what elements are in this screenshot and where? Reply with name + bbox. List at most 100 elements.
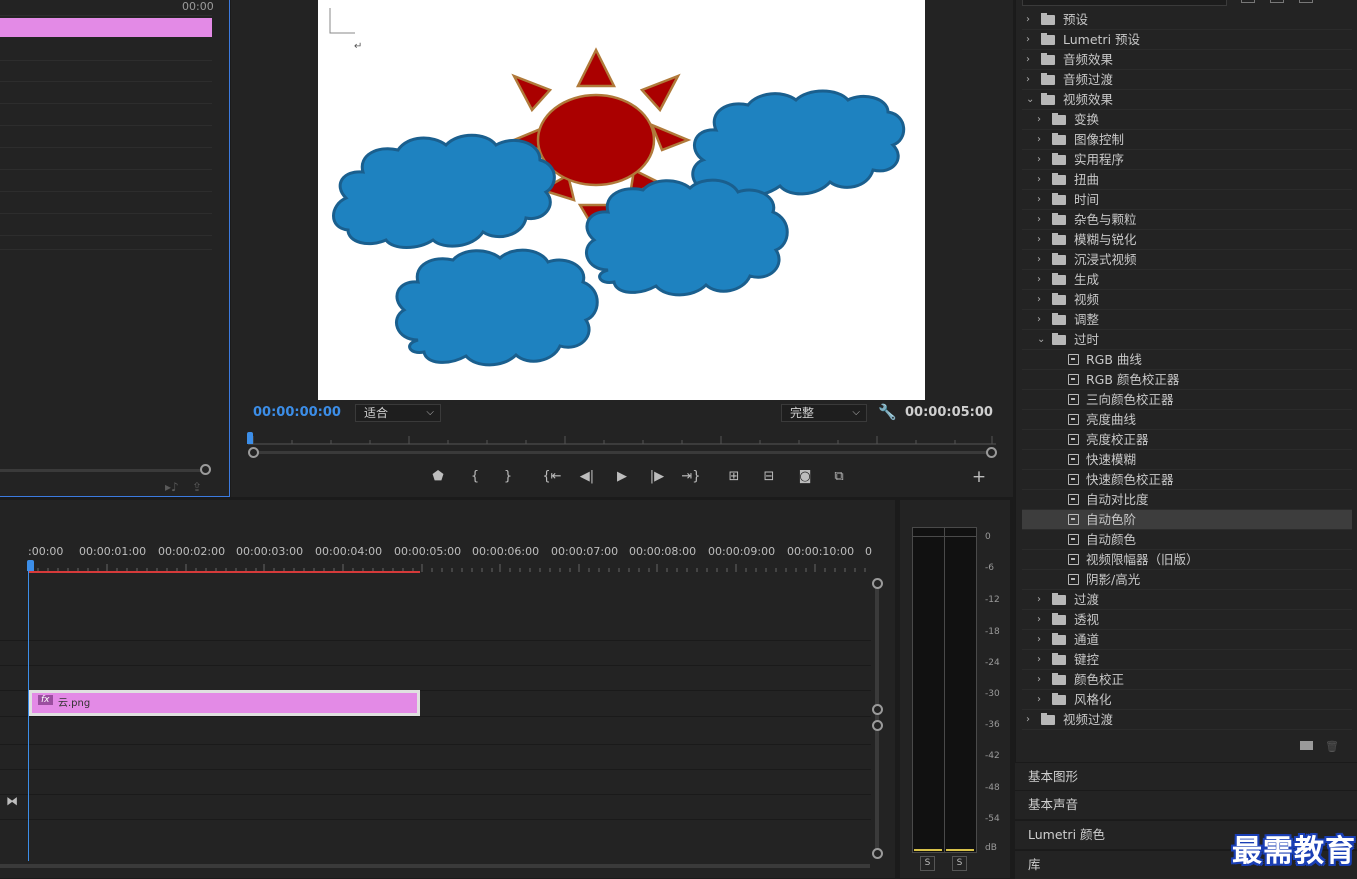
solo-right-button[interactable]: S: [952, 856, 967, 871]
chevron-right-icon[interactable]: ›: [1037, 630, 1047, 650]
step-forward-button[interactable]: |▶: [646, 467, 668, 487]
effects-folder[interactable]: › 预设: [1022, 10, 1352, 30]
effects-folder[interactable]: › 扭曲: [1022, 170, 1352, 190]
effects-folder[interactable]: › 键控: [1022, 650, 1352, 670]
effects-folder[interactable]: › 生成: [1022, 270, 1352, 290]
effects-folder[interactable]: › 通道: [1022, 630, 1352, 650]
lift-button[interactable]: ⊞: [723, 467, 745, 487]
export-icon[interactable]: ⇪: [192, 480, 202, 494]
work-area-bar[interactable]: [28, 571, 420, 573]
chevron-right-icon[interactable]: ›: [1026, 30, 1036, 50]
effects-folder[interactable]: › 模糊与锐化: [1022, 230, 1352, 250]
effect-item[interactable]: 视频限幅器（旧版）: [1022, 550, 1352, 570]
chevron-right-icon[interactable]: ›: [1037, 270, 1047, 290]
zoom-fit-dropdown[interactable]: 适合 ⌵: [355, 404, 441, 422]
yuv-effects-icon[interactable]: [1299, 0, 1313, 3]
chevron-right-icon[interactable]: ›: [1037, 150, 1047, 170]
effects-folder[interactable]: › Lumetri 预设: [1022, 30, 1352, 50]
play-button[interactable]: ▶: [611, 467, 633, 487]
timeline-horizontal-scrollbar[interactable]: [0, 864, 870, 868]
program-scroll-handle-left[interactable]: [248, 447, 259, 458]
effects-folder[interactable]: › 音频过渡: [1022, 70, 1352, 90]
timeline-vscroll-handle[interactable]: [872, 704, 883, 715]
effects-folder[interactable]: › 变换: [1022, 110, 1352, 130]
mark-in-button[interactable]: {: [464, 467, 486, 487]
effect-item[interactable]: RGB 曲线: [1022, 350, 1352, 370]
effects-folder[interactable]: › 沉浸式视频: [1022, 250, 1352, 270]
effects-folder[interactable]: › 音频效果: [1022, 50, 1352, 70]
button-editor-add-button[interactable]: +: [968, 467, 990, 487]
extract-button[interactable]: ⊟: [758, 467, 780, 487]
program-canvas[interactable]: ↵: [318, 0, 925, 400]
chevron-right-icon[interactable]: ›: [1037, 110, 1047, 130]
effects-folder[interactable]: ⌄ 过时: [1022, 330, 1352, 350]
effects-folder[interactable]: › 杂色与颗粒: [1022, 210, 1352, 230]
chevron-right-icon[interactable]: ›: [1037, 130, 1047, 150]
chevron-right-icon[interactable]: ›: [1037, 230, 1047, 250]
program-time-ruler[interactable]: [248, 432, 996, 446]
effects-folder[interactable]: ⌄ 视频效果: [1022, 90, 1352, 110]
chevron-right-icon[interactable]: ›: [1037, 250, 1047, 270]
mark-out-button[interactable]: }: [497, 467, 519, 487]
add-marker-button[interactable]: ⬟: [427, 467, 449, 487]
go-to-in-button[interactable]: {⇤: [541, 467, 563, 487]
timeline-vscroll-handle[interactable]: [872, 848, 883, 859]
effects-folder[interactable]: › 视频过渡: [1022, 710, 1352, 730]
chevron-right-icon[interactable]: ›: [1037, 190, 1047, 210]
effects-folder[interactable]: › 透视: [1022, 610, 1352, 630]
chevron-right-icon[interactable]: ›: [1037, 690, 1047, 710]
source-scroll-handle[interactable]: [200, 464, 211, 475]
comparison-view-button[interactable]: ⧉: [828, 467, 850, 487]
effect-item[interactable]: 快速颜色校正器: [1022, 470, 1352, 490]
effects-folder[interactable]: › 颜色校正: [1022, 670, 1352, 690]
effects-folder[interactable]: › 过渡: [1022, 590, 1352, 610]
new-bin-folder-icon[interactable]: [1300, 741, 1313, 750]
chevron-right-icon[interactable]: ›: [1037, 610, 1047, 630]
export-frame-camera-icon[interactable]: ◙: [794, 467, 816, 487]
chevron-right-icon[interactable]: ›: [1037, 290, 1047, 310]
chevron-right-icon[interactable]: ›: [1026, 70, 1036, 90]
accelerated-effects-icon[interactable]: [1241, 0, 1255, 3]
solo-left-button[interactable]: S: [920, 856, 935, 871]
fx-badge[interactable]: fx: [38, 695, 53, 705]
source-clip-bar[interactable]: [0, 18, 212, 37]
settings-wrench-icon[interactable]: 🔧: [878, 403, 897, 421]
chevron-down-icon[interactable]: ⌄: [1026, 90, 1036, 110]
effect-item[interactable]: 快速模糊: [1022, 450, 1352, 470]
chevron-right-icon[interactable]: ›: [1037, 210, 1047, 230]
program-playhead[interactable]: [247, 432, 253, 444]
essential-sound-panel-tab[interactable]: 基本声音: [1015, 790, 1357, 819]
timeline-playhead[interactable]: [27, 560, 34, 571]
chevron-right-icon[interactable]: ›: [1026, 710, 1036, 730]
effect-item[interactable]: 阴影/高光: [1022, 570, 1352, 590]
effects-folder[interactable]: › 时间: [1022, 190, 1352, 210]
program-scroll-handle-right[interactable]: [986, 447, 997, 458]
sync-lock-icon[interactable]: ⧓: [6, 794, 18, 808]
effects-folder[interactable]: › 实用程序: [1022, 150, 1352, 170]
source-scrollbar[interactable]: [0, 469, 205, 472]
playback-resolution-dropdown[interactable]: 完整 ⌵: [781, 404, 867, 422]
chevron-right-icon[interactable]: ›: [1037, 650, 1047, 670]
chevron-right-icon[interactable]: ›: [1037, 170, 1047, 190]
go-to-out-button[interactable]: ⇥}: [680, 467, 702, 487]
effects-folder[interactable]: › 调整: [1022, 310, 1352, 330]
effects-folder[interactable]: › 风格化: [1022, 690, 1352, 710]
effect-item[interactable]: 亮度校正器: [1022, 430, 1352, 450]
essential-graphics-panel-tab[interactable]: 基本图形: [1015, 762, 1357, 791]
insert-audio-icon[interactable]: ▸♪: [165, 480, 179, 494]
effect-item[interactable]: RGB 颜色校正器: [1022, 370, 1352, 390]
effect-item[interactable]: 自动对比度: [1022, 490, 1352, 510]
effect-item[interactable]: 亮度曲线: [1022, 410, 1352, 430]
chevron-right-icon[interactable]: ›: [1037, 670, 1047, 690]
chevron-right-icon[interactable]: ›: [1037, 310, 1047, 330]
effects-folder[interactable]: › 视频: [1022, 290, 1352, 310]
timeline-vscroll-handle[interactable]: [872, 720, 883, 731]
effects-folder[interactable]: › 图像控制: [1022, 130, 1352, 150]
timeline-vertical-scrollbar[interactable]: [875, 582, 879, 854]
effect-item[interactable]: 自动颜色: [1022, 530, 1352, 550]
timeline-clip[interactable]: fx 云.png: [29, 690, 420, 716]
trash-icon[interactable]: 🗑: [1325, 740, 1339, 753]
chevron-right-icon[interactable]: ›: [1026, 10, 1036, 30]
chevron-down-icon[interactable]: ⌄: [1037, 330, 1047, 350]
effects-search-input[interactable]: [1022, 0, 1227, 6]
